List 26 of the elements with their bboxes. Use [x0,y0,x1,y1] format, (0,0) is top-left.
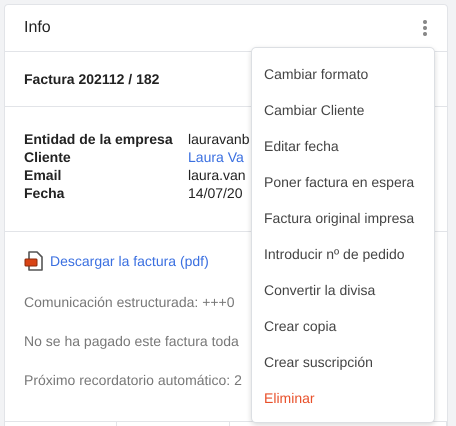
pdf-file-icon [24,250,44,272]
info-text: Comunicación estructurada: +++0 [24,293,236,311]
more-options-icon[interactable] [422,19,428,37]
menu-item[interactable]: Poner factura en espera [252,164,434,200]
detail-label: Cliente [24,150,72,165]
menu-item[interactable]: Factura original impresa [252,200,434,236]
detail-value: lauravanb [188,132,250,147]
invoice-title: Factura 202112 / 182 [24,71,160,87]
detail-label: Email [24,168,62,183]
info-text: Próximo recordatorio automático: 2 [24,371,243,389]
info-text: No se ha pagado este factura toda [24,332,240,350]
menu-item[interactable]: Cambiar formato [252,56,434,92]
menu-item[interactable]: Crear copia [252,308,434,344]
menu-item[interactable]: Introducir nº de pedido [252,236,434,272]
download-link[interactable]: Descargar la factura (pdf) [50,253,209,269]
menu-item[interactable]: Editar fecha [252,128,434,164]
menu-item[interactable]: Eliminar [252,380,434,416]
detail-value: 14/07/20 [188,186,242,201]
client-link[interactable]: Laura Va [188,150,244,165]
detail-value: laura.van [188,168,246,183]
detail-label: Fecha [24,186,66,201]
menu-item[interactable]: Cambiar Cliente [252,92,434,128]
menu-item[interactable]: Convertir la divisa [252,272,434,308]
menu-item[interactable]: Crear suscripción [252,344,434,380]
card-title: Info [24,19,51,37]
detail-label: Entidad de la empresa [24,132,174,147]
